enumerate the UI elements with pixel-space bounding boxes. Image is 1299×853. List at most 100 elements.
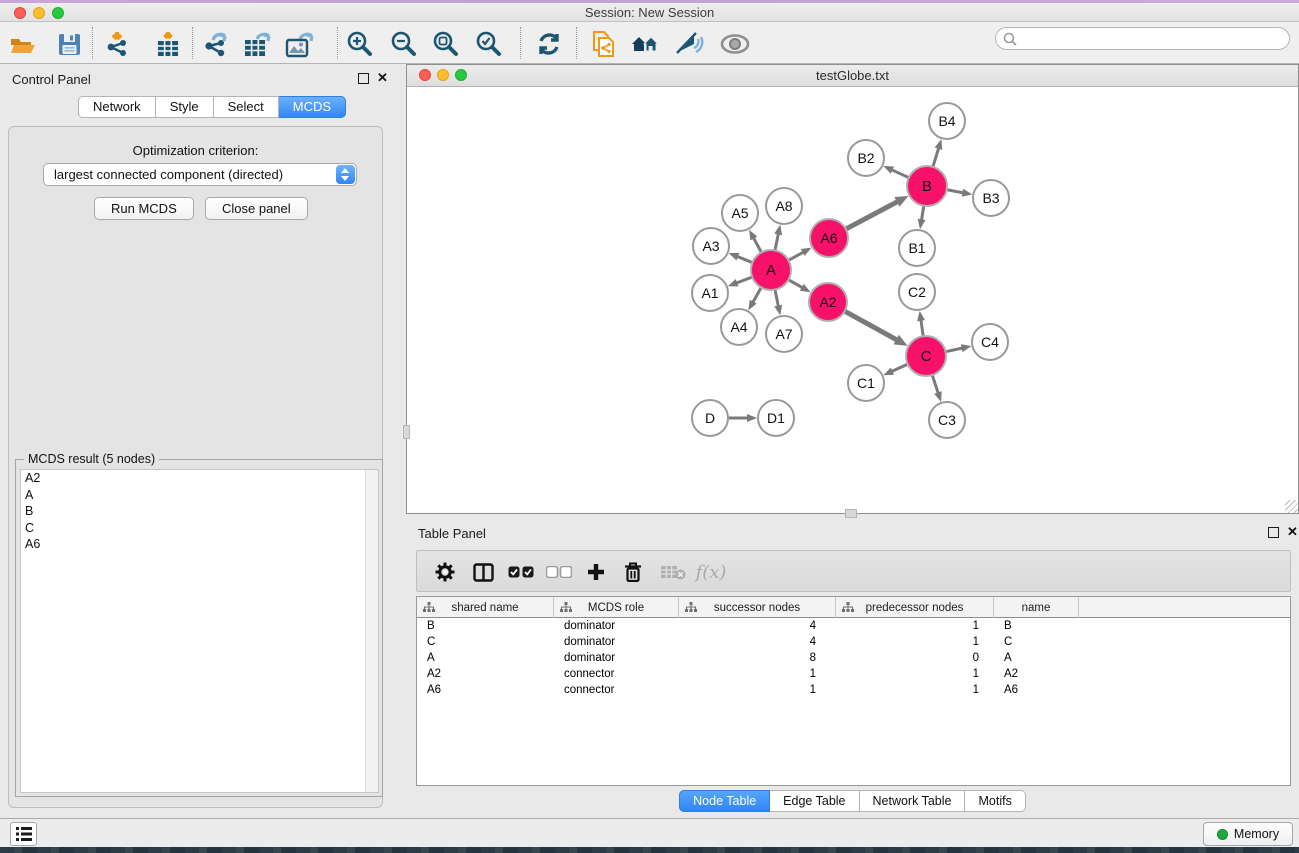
zoom-selected-icon[interactable] [472, 29, 506, 59]
task-history-button[interactable] [10, 822, 37, 846]
toggle-columns-icon[interactable] [467, 557, 499, 587]
open-file-icon[interactable] [6, 29, 40, 59]
mcds-result-item[interactable]: A2 [21, 470, 378, 487]
column-header-shared-name[interactable]: shared name [417, 597, 554, 618]
graph-node-C[interactable]: C [906, 336, 946, 376]
export-table-icon[interactable] [241, 29, 275, 59]
table-row[interactable]: A6connector11A6 [417, 682, 1290, 698]
graph-node-B3[interactable]: B3 [973, 180, 1009, 216]
graph-node-B1[interactable]: B1 [899, 230, 935, 266]
graph-node-A4[interactable]: A4 [721, 309, 757, 345]
close-window-icon[interactable] [14, 7, 26, 19]
resize-grip-icon[interactable] [1285, 500, 1298, 513]
graph-node-B[interactable]: B [907, 166, 947, 206]
network-window-titlebar[interactable]: testGlobe.txt [407, 65, 1298, 87]
graph-edge-B-B1 [921, 205, 924, 221]
memory-button[interactable]: Memory [1203, 822, 1293, 846]
table-row[interactable]: Cdominator41C [417, 634, 1290, 650]
table-row[interactable]: Adominator80A [417, 650, 1290, 666]
column-header-successor-nodes[interactable]: successor nodes [679, 597, 836, 618]
graph-node-A1[interactable]: A1 [692, 275, 728, 311]
float-panel-icon[interactable] [358, 73, 369, 84]
export-image-icon[interactable] [283, 29, 317, 59]
tab-style[interactable]: Style [156, 96, 214, 118]
run-mcds-button[interactable]: Run MCDS [94, 197, 194, 220]
mcds-result-item[interactable]: A6 [21, 536, 378, 553]
zoom-network-icon[interactable] [455, 69, 467, 81]
mcds-result-item[interactable]: A [21, 487, 378, 504]
graph-node-A5[interactable]: A5 [722, 195, 758, 231]
scrollbar-track[interactable] [365, 470, 378, 792]
table-body: Bdominator41BCdominator41CAdominator80AA… [417, 618, 1290, 698]
graph-node-A2[interactable]: A2 [809, 283, 847, 321]
save-session-icon[interactable] [52, 29, 86, 59]
tab-mcds[interactable]: MCDS [279, 96, 346, 118]
search-input[interactable] [995, 27, 1290, 50]
graph-node-C3[interactable]: C3 [929, 402, 965, 438]
home-layout-icon[interactable] [629, 29, 663, 59]
close-panel-icon[interactable]: ✕ [377, 71, 388, 85]
network-canvas[interactable]: A A1 A2 A3 A4 A5 A6 A7 A8 B B1 B2 B3 B4 C C1 C2 C3 C4 D D1 [407, 87, 1298, 513]
import-table-icon[interactable] [151, 29, 185, 59]
close-table-panel-icon[interactable]: ✕ [1287, 525, 1298, 539]
add-column-icon[interactable] [580, 557, 612, 587]
splitter-handle-bottom[interactable] [845, 509, 857, 518]
mcds-result-item[interactable]: B [21, 503, 378, 520]
criterion-dropdown[interactable]: largest connected component (directed) [43, 163, 357, 186]
graph-arrowhead [748, 300, 756, 311]
graph-node-A6[interactable]: A6 [810, 219, 848, 257]
close-panel-button[interactable]: Close panel [205, 197, 308, 220]
graph-node-A7[interactable]: A7 [766, 316, 802, 352]
toolbar-separator [520, 27, 521, 59]
import-network-icon[interactable] [100, 29, 134, 59]
show-graphics-details-icon[interactable] [718, 29, 752, 59]
control-panel-header: Control Panel ✕ [0, 64, 390, 94]
graph-node-C1[interactable]: C1 [848, 365, 884, 401]
mcds-result-item[interactable]: C [21, 520, 378, 537]
graph-edge-A-A6 [788, 252, 804, 261]
float-table-panel-icon[interactable] [1268, 527, 1279, 538]
tab-motifs[interactable]: Motifs [965, 790, 1025, 812]
hide-graphics-details-icon[interactable] [672, 29, 706, 59]
zoom-in-icon[interactable] [343, 29, 377, 59]
column-header-predecessor-nodes[interactable]: predecessor nodes [836, 597, 994, 618]
close-network-icon[interactable] [419, 69, 431, 81]
table-row[interactable]: A2connector11A2 [417, 666, 1290, 682]
settings-gear-icon[interactable] [429, 557, 461, 587]
column-header-mcds-role[interactable]: MCDS role [554, 597, 679, 618]
select-all-rows-icon[interactable] [505, 557, 537, 587]
graph-edge-A6-B [845, 201, 898, 229]
column-header-filler [1079, 597, 1290, 618]
tab-select[interactable]: Select [214, 96, 279, 118]
tab-node-table[interactable]: Node Table [679, 790, 770, 812]
graph-node-B2[interactable]: B2 [848, 140, 884, 176]
graph-node-A8[interactable]: A8 [766, 188, 802, 224]
minimize-network-icon[interactable] [437, 69, 449, 81]
graph-node-A3[interactable]: A3 [693, 228, 729, 264]
zoom-window-icon[interactable] [52, 7, 64, 19]
mcds-result-list[interactable]: A2ABCA6 [20, 469, 379, 793]
zoom-fit-icon[interactable] [429, 29, 463, 59]
tab-network[interactable]: Network [78, 96, 156, 118]
export-network-icon[interactable] [199, 29, 233, 59]
tab-network-table[interactable]: Network Table [860, 790, 966, 812]
graph-node-C4[interactable]: C4 [972, 324, 1008, 360]
delete-table-icon[interactable] [657, 557, 689, 587]
graph-node-A[interactable]: A [751, 250, 791, 290]
graph-node-B4[interactable]: B4 [929, 103, 965, 139]
toolbar-separator [576, 27, 577, 59]
table-row[interactable]: Bdominator41B [417, 618, 1290, 634]
zoom-out-icon[interactable] [387, 29, 421, 59]
graph-node-C2[interactable]: C2 [899, 274, 935, 310]
tab-edge-table[interactable]: Edge Table [770, 790, 859, 812]
splitter-handle-left[interactable] [403, 425, 410, 439]
delete-column-trash-icon[interactable] [617, 557, 649, 587]
function-builder-icon[interactable]: f(x) [695, 557, 727, 587]
graph-node-D1[interactable]: D1 [758, 400, 794, 436]
column-header-name[interactable]: name [994, 597, 1079, 618]
minimize-window-icon[interactable] [33, 7, 45, 19]
graph-node-D[interactable]: D [692, 400, 728, 436]
deselect-all-rows-icon[interactable] [543, 557, 575, 587]
clone-network-icon[interactable] [587, 29, 621, 59]
refresh-icon[interactable] [532, 29, 566, 59]
